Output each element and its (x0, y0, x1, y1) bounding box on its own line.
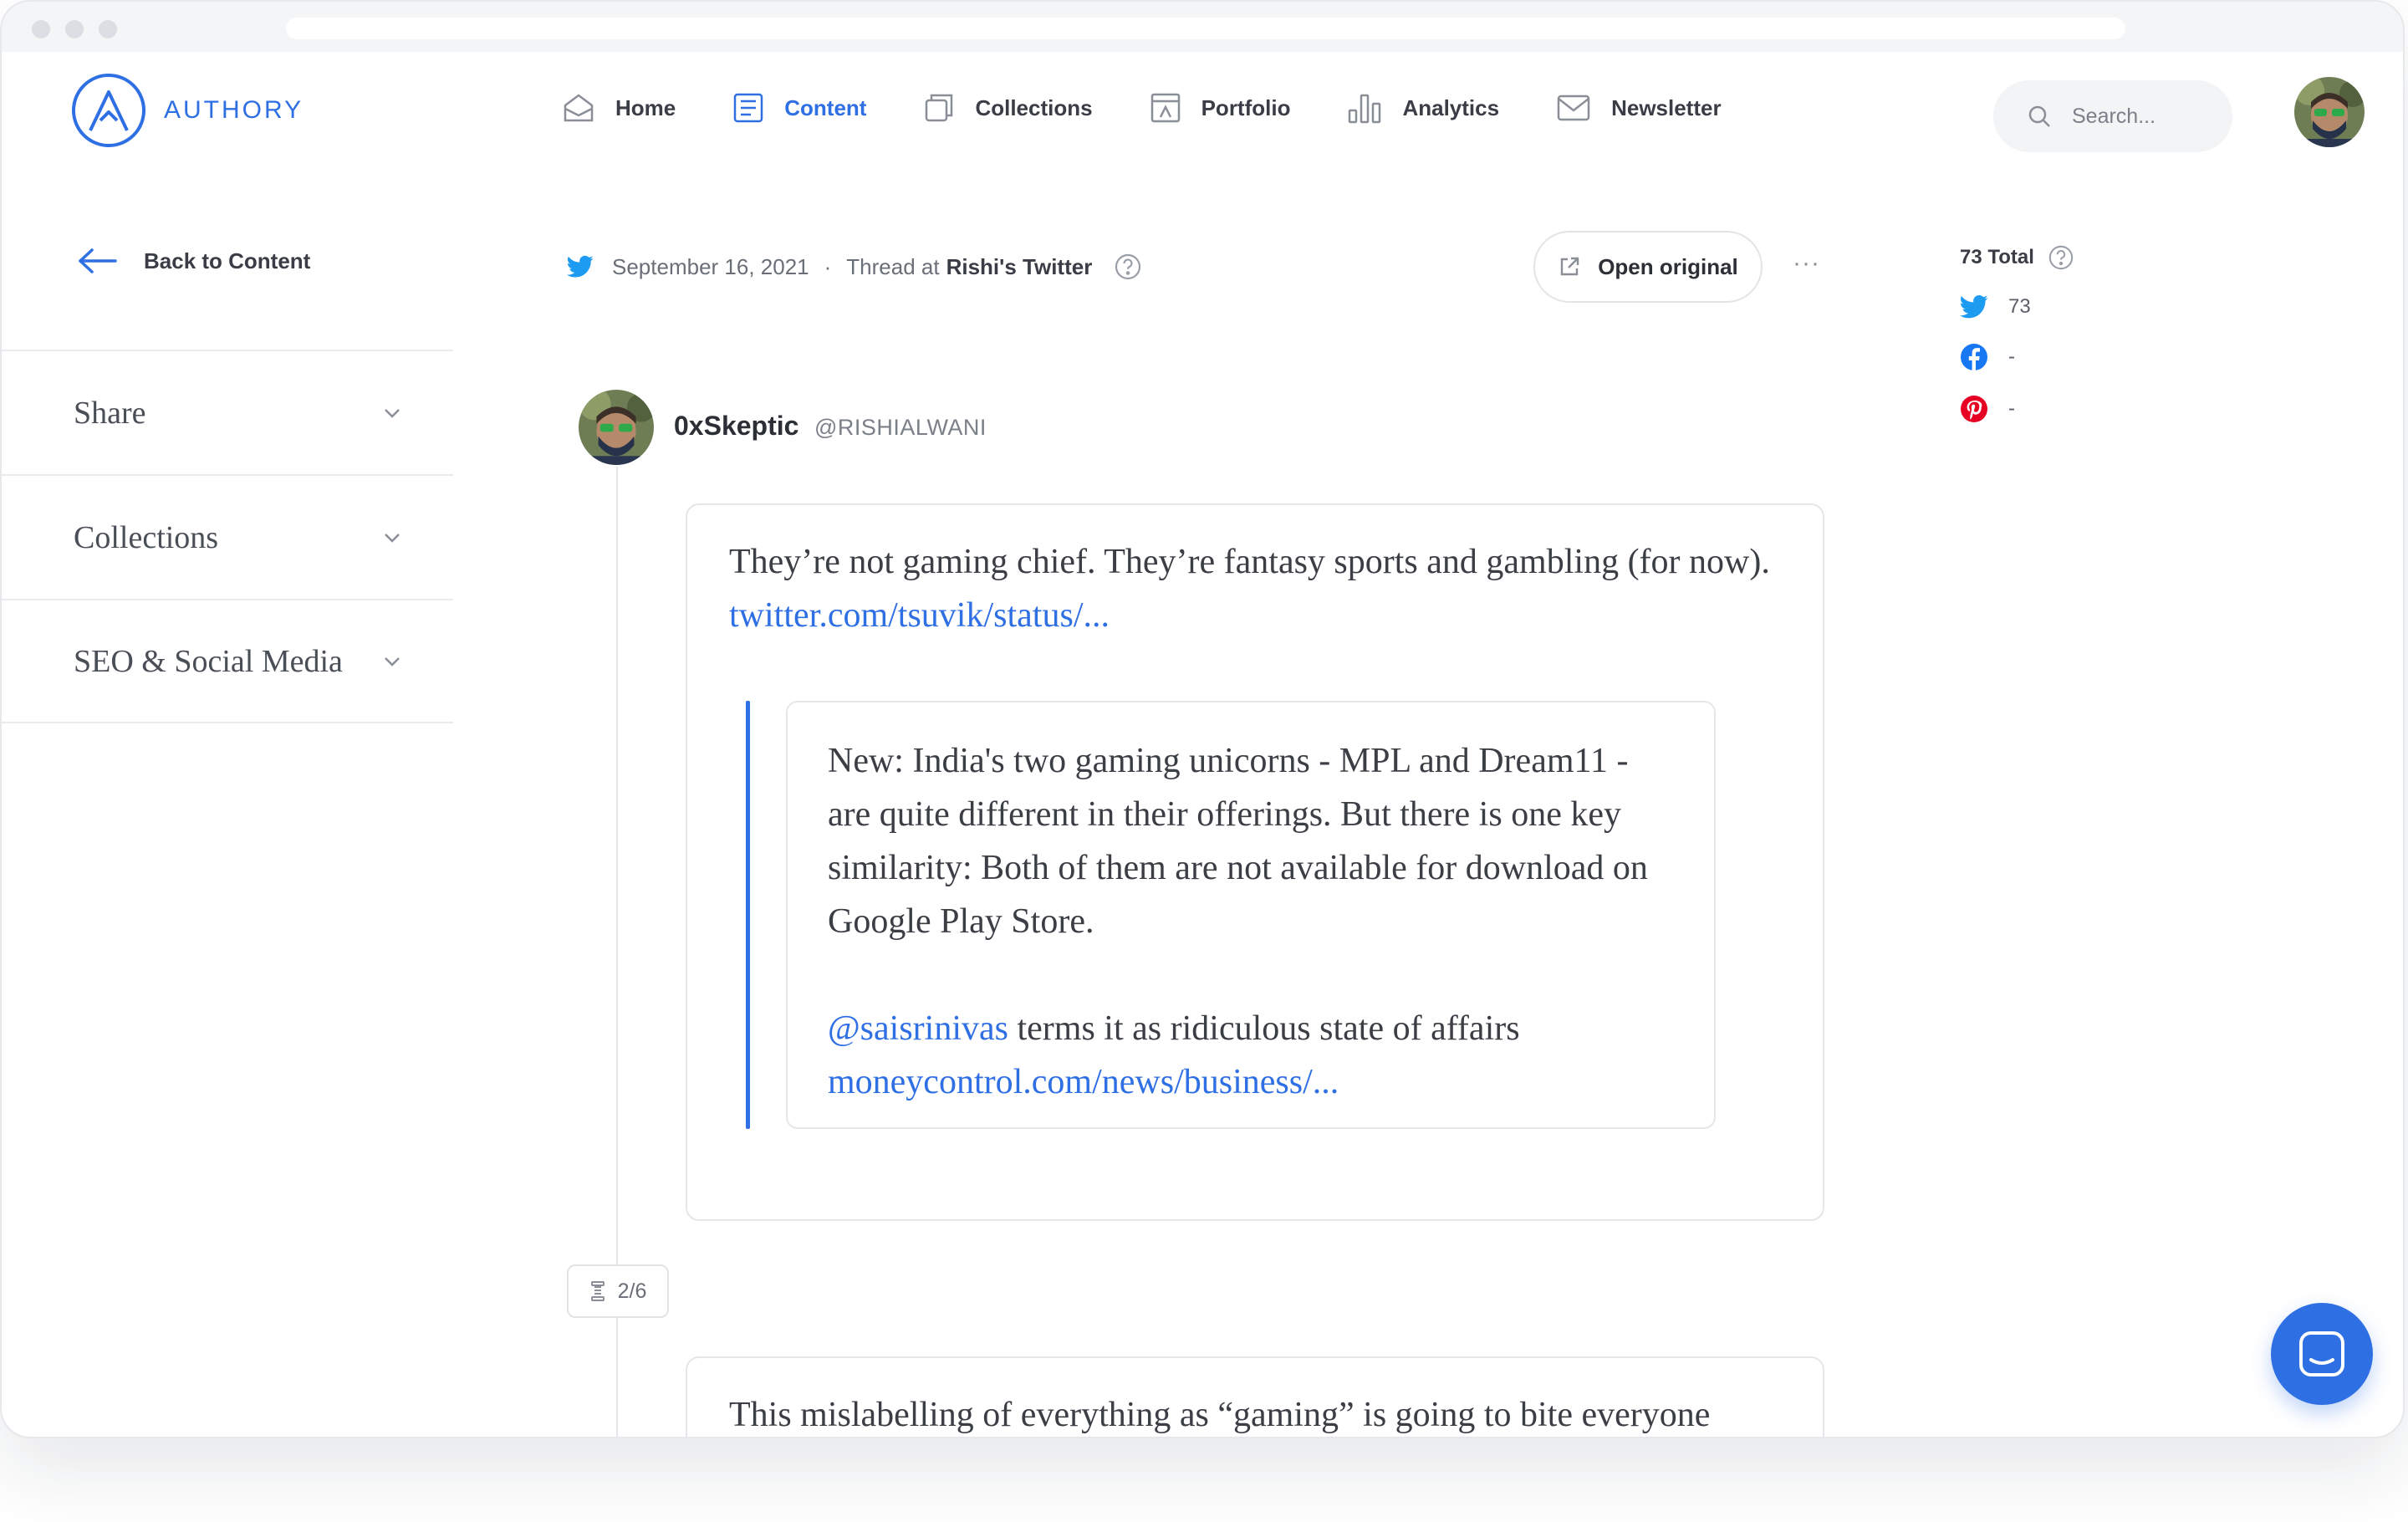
chevron-down-icon (385, 533, 400, 543)
newsletter-icon (1557, 94, 1590, 121)
quoted-tweet-paragraph-2: @saisrinivas terms it as ridiculous stat… (828, 1002, 1674, 1109)
nav-newsletter-label: Newsletter (1611, 94, 1722, 120)
nav-collections-label: Collections (975, 94, 1093, 120)
stat-pinterest-value: - (2008, 397, 2015, 420)
browser-window: AUTHORY Home Content Collections Portfol… (0, 0, 2405, 1438)
post-author-avatar[interactable] (579, 390, 654, 465)
open-original-button[interactable]: Open original (1533, 231, 1763, 303)
sidebar-item-share[interactable]: Share (2, 350, 453, 474)
nav-analytics-label: Analytics (1402, 94, 1500, 120)
help-circle-icon[interactable] (2048, 244, 2074, 271)
post-author-handle[interactable]: @RISHIALWANI (814, 415, 987, 441)
stat-facebook: - (1960, 343, 2074, 371)
back-to-content-link[interactable]: Back to Content (77, 248, 310, 274)
thread-prefix: Thread at (846, 253, 940, 279)
tweet-text-body: They’re not gaming chief. They’re fantas… (729, 543, 1770, 581)
sidebar-item-collections-label: Collections (74, 519, 219, 555)
search-input[interactable] (2072, 104, 2214, 129)
nav-collections[interactable]: Collections (923, 92, 1093, 124)
quoted-tweet-link[interactable]: moneycontrol.com/news/business/... (828, 1063, 1339, 1101)
user-avatar[interactable] (2294, 77, 2365, 147)
tweet-link[interactable]: twitter.com/tsuvik/status/... (729, 596, 1110, 635)
stat-pinterest: - (1960, 395, 2074, 423)
nav-newsletter[interactable]: Newsletter (1556, 94, 1722, 122)
tweet-card: They’re not gaming chief. They’re fantas… (686, 503, 1824, 1221)
content-icon (734, 93, 763, 123)
stats-total-label: 73 Total (1960, 246, 2034, 268)
thread-position-badge: 2/6 (567, 1264, 669, 1318)
brand-name: AUTHORY (164, 96, 304, 124)
browser-chrome (2, 2, 2403, 52)
quoted-tweet[interactable]: New: India's two gaming unicorns - MPL a… (786, 701, 1716, 1129)
twitter-icon (567, 255, 594, 278)
quoted-tweet-rest: terms it as ridiculous state of affairs (1017, 1009, 1520, 1048)
chat-icon (2299, 1331, 2344, 1376)
source-name[interactable]: Rishi's Twitter (946, 254, 1093, 280)
content-meta: September 16, 2021 · Thread at Rishi's T… (567, 253, 1142, 281)
sidebar-accordion: Share Collections SEO & Social Media (2, 350, 453, 723)
open-original-label: Open original (1598, 253, 1738, 279)
sidebar-item-seo-social-label: SEO & Social Media (74, 643, 343, 679)
meta-separator: · (824, 253, 832, 279)
publish-date: September 16, 2021 (612, 253, 809, 279)
tweet-2-text: This mislabelling of everything as “gami… (729, 1396, 1711, 1434)
chevron-down-icon (385, 656, 400, 667)
help-circle-icon[interactable] (1114, 253, 1142, 281)
spool-icon (590, 1281, 605, 1301)
portfolio-icon (1150, 93, 1180, 123)
more-options-button[interactable]: ··· (1793, 249, 1820, 278)
window-close-dot[interactable] (32, 20, 50, 38)
nav-content-label: Content (784, 94, 867, 120)
post-author-name[interactable]: 0xSkeptic (674, 411, 798, 442)
stat-twitter-value: 73 (2008, 295, 2031, 318)
sidebar-item-share-label: Share (74, 395, 146, 431)
top-nav: Home Content Collections Portfolio Analy… (562, 92, 1778, 124)
logo-mark-icon (72, 74, 145, 147)
nav-analytics[interactable]: Analytics (1347, 92, 1499, 124)
nav-home[interactable]: Home (562, 92, 676, 124)
stats-total: 73 Total (1960, 244, 2074, 271)
nav-home-label: Home (615, 94, 676, 120)
quoted-tweet-paragraph: New: India's two gaming unicorns - MPL a… (828, 742, 1648, 941)
stat-facebook-value: - (2008, 345, 2015, 368)
nav-portfolio[interactable]: Portfolio (1150, 92, 1291, 124)
mention-link[interactable]: @saisrinivas (828, 1009, 1008, 1048)
chat-launcher-button[interactable] (2271, 1303, 2373, 1405)
window-maximize-dot[interactable] (99, 20, 117, 38)
back-to-content-label: Back to Content (144, 248, 311, 273)
analytics-icon (1349, 94, 1381, 124)
twitter-icon (1960, 294, 1988, 319)
pinterest-icon (1961, 396, 1987, 422)
stat-twitter: 73 (1960, 294, 2074, 319)
tweet-card-2: This mislabelling of everything as “gami… (686, 1356, 1824, 1437)
chevron-down-icon (385, 408, 400, 418)
external-link-icon (1561, 257, 1579, 276)
quote-accent-bar (746, 701, 750, 1129)
facebook-icon (1961, 344, 1987, 371)
sidebar-item-seo-social[interactable]: SEO & Social Media (2, 599, 453, 723)
home-icon (564, 94, 594, 122)
search-box[interactable] (1993, 80, 2232, 152)
tweet-text: They’re not gaming chief. They’re fantas… (729, 535, 1783, 642)
arrow-left-icon (79, 248, 117, 273)
thread-position-label: 2/6 (617, 1279, 647, 1303)
share-stats: 73 Total 73 - - (1960, 244, 2074, 423)
nav-portfolio-label: Portfolio (1201, 94, 1291, 120)
collections-icon (926, 94, 953, 122)
url-bar[interactable] (286, 18, 2125, 39)
nav-content[interactable]: Content (732, 92, 866, 124)
brand-logo[interactable]: AUTHORY (72, 74, 304, 147)
sidebar-item-collections[interactable]: Collections (2, 474, 453, 599)
search-icon (2028, 105, 2050, 127)
window-minimize-dot[interactable] (65, 20, 84, 38)
